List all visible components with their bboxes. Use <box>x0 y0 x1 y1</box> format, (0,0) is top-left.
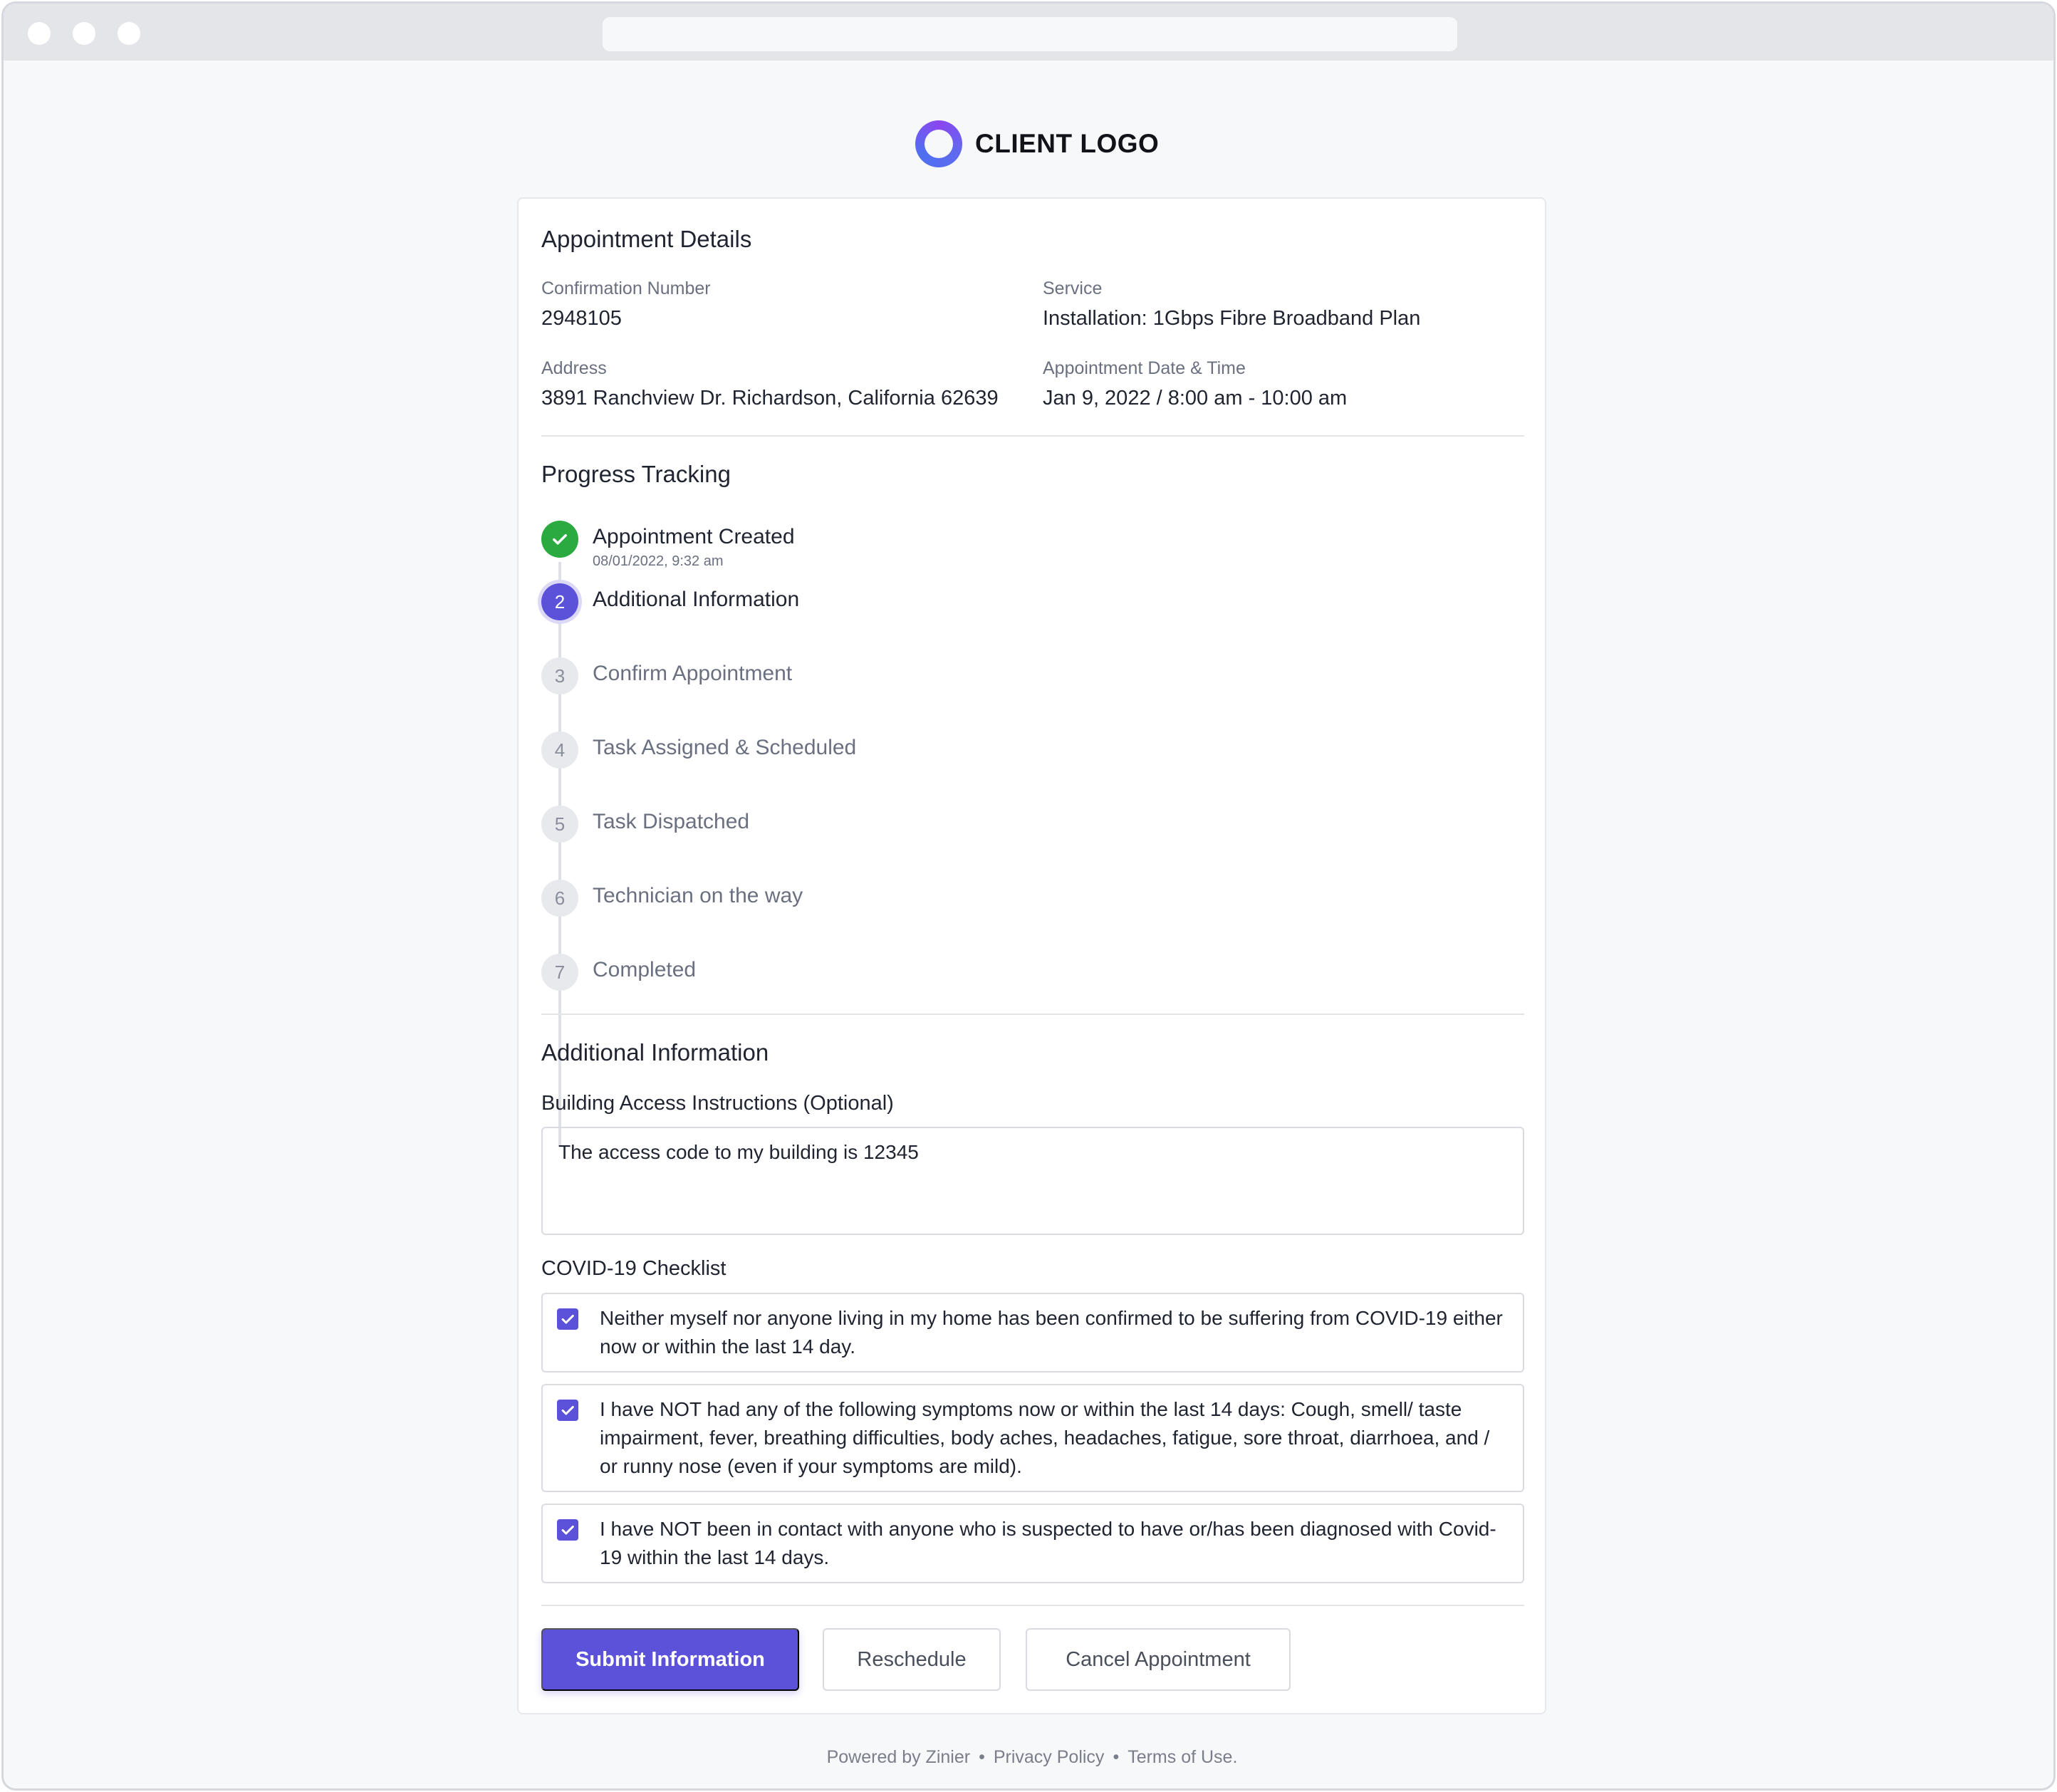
step-label: Task Dispatched <box>593 810 750 833</box>
service-label: Service <box>1043 278 1103 298</box>
divider <box>541 1014 1524 1015</box>
progress-tracking-title: Progress Tracking <box>541 461 731 487</box>
building-access-label: Building Access Instructions (Optional) <box>541 1092 894 1115</box>
checklist-item-1[interactable]: Neither myself nor anyone living in my h… <box>541 1293 1524 1372</box>
checkbox-checked-icon[interactable] <box>557 1308 578 1330</box>
window-maximize-dot[interactable] <box>118 22 140 45</box>
step-label: Additional Information <box>593 588 800 611</box>
checklist-item-text: I have NOT had any of the following symp… <box>600 1398 1490 1477</box>
window-minimize-dot[interactable] <box>73 22 95 45</box>
appointment-card: Appointment Details Confirmation Number … <box>517 197 1546 1714</box>
checklist-item-text: Neither myself nor anyone living in my h… <box>600 1307 1503 1358</box>
logo-ring-icon <box>915 120 962 167</box>
step-timestamp: 08/01/2022, 9:32 am <box>593 553 724 569</box>
powered-by-link[interactable]: Powered by Zinier <box>827 1747 970 1767</box>
window-close-dot[interactable] <box>28 22 51 45</box>
step-number: 5 <box>541 806 578 843</box>
step-number: 6 <box>541 880 578 917</box>
cancel-appointment-button[interactable]: Cancel Appointment <box>1026 1628 1291 1691</box>
checklist-item-text: I have NOT been in contact with anyone w… <box>600 1518 1496 1568</box>
address-value: 3891 Ranchview Dr. Richardson, Californi… <box>541 387 999 410</box>
service-value: Installation: 1Gbps Fibre Broadband Plan <box>1043 307 1421 330</box>
terms-of-use-link[interactable]: Terms of Use. <box>1128 1747 1237 1767</box>
confirmation-number-value: 2948105 <box>541 307 622 330</box>
checklist-item-2[interactable]: I have NOT had any of the following symp… <box>541 1384 1524 1492</box>
divider <box>541 435 1524 437</box>
appointment-datetime-label: Appointment Date & Time <box>1043 358 1246 378</box>
divider <box>541 1605 1524 1606</box>
browser-titlebar <box>4 4 2053 61</box>
client-logo: CLIENT LOGO <box>915 119 1159 169</box>
footer-separator: • <box>1113 1747 1120 1767</box>
step-number: 2 <box>541 583 578 620</box>
checkbox-checked-icon[interactable] <box>557 1519 578 1541</box>
logo-text: CLIENT LOGO <box>975 129 1160 158</box>
submit-information-button[interactable]: Submit Information <box>541 1628 799 1691</box>
privacy-policy-link[interactable]: Privacy Policy <box>994 1747 1105 1767</box>
building-access-textarea[interactable]: The access code to my building is 12345 <box>541 1127 1524 1235</box>
step-done-check-icon <box>541 521 578 558</box>
step-label: Completed <box>593 958 697 981</box>
step-label: Confirm Appointment <box>593 662 793 685</box>
footer-separator: • <box>979 1747 985 1767</box>
address-bar[interactable] <box>603 17 1457 51</box>
checklist-item-3[interactable]: I have NOT been in contact with anyone w… <box>541 1504 1524 1583</box>
additional-information-title: Additional Information <box>541 1039 769 1066</box>
address-label: Address <box>541 358 607 378</box>
reschedule-button[interactable]: Reschedule <box>823 1628 1001 1691</box>
step-label: Technician on the way <box>593 884 803 907</box>
step-number: 4 <box>541 731 578 769</box>
step-number: 7 <box>541 954 578 991</box>
page-footer: Powered by Zinier • Privacy Policy • Terms o… <box>4 1747 2053 1768</box>
step-number: 3 <box>541 657 578 694</box>
covid-checklist-label: COVID-19 Checklist <box>541 1257 727 1280</box>
step-label: Task Assigned & Scheduled <box>593 736 857 759</box>
step-label: Appointment Created <box>593 525 795 548</box>
appointment-details-title: Appointment Details <box>541 226 752 252</box>
checkbox-checked-icon[interactable] <box>557 1400 578 1421</box>
browser-window: CLIENT LOGO Appointment Details Confirma… <box>1 1 2056 1791</box>
appointment-datetime-value: Jan 9, 2022 / 8:00 am - 10:00 am <box>1043 387 1348 410</box>
confirmation-number-label: Confirmation Number <box>541 278 711 298</box>
